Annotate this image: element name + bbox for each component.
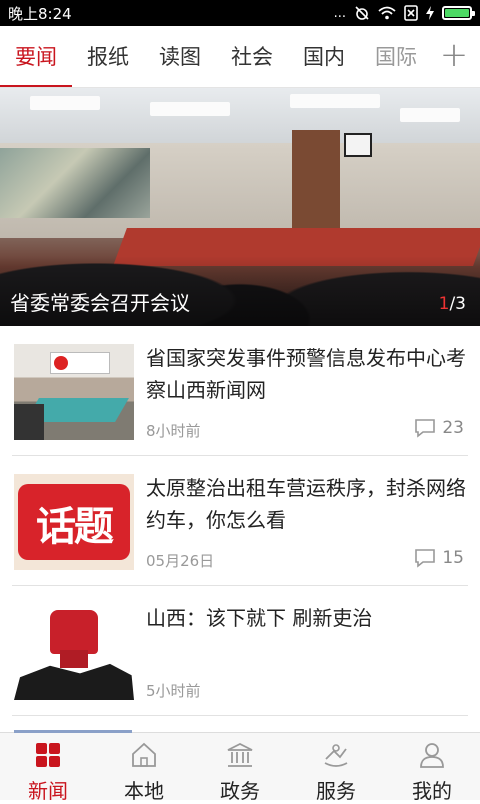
alarm-off-icon xyxy=(354,5,370,21)
nav-government[interactable]: 政务 xyxy=(192,733,288,800)
news-thumbnail: 话题 xyxy=(14,474,134,570)
channel-tabs: 要闻 报纸 读图 社会 国内 国际 + xyxy=(0,26,480,88)
home-icon xyxy=(130,741,158,769)
add-channel-button[interactable]: + xyxy=(428,26,480,88)
news-feed: 省国家突发事件预警信息发布中心考察山西新闻网 8小时前 23 话题 太原整治出租… xyxy=(0,326,480,716)
banner-caption[interactable]: 省委常委会召开会议 xyxy=(10,287,190,316)
nav-news[interactable]: 新闻 xyxy=(0,733,96,800)
banner-page-indicator: 1/3 xyxy=(439,294,466,314)
nav-local[interactable]: 本地 xyxy=(96,733,192,800)
tab-dutu[interactable]: 读图 xyxy=(144,26,216,88)
news-thumbnail xyxy=(14,344,134,440)
nav-service[interactable]: 服务 xyxy=(288,733,384,800)
no-sim-icon xyxy=(404,5,418,21)
comment-icon xyxy=(414,548,436,568)
comment-count[interactable]: 23 xyxy=(414,418,464,438)
nav-profile[interactable]: 我的 xyxy=(384,733,480,800)
tab-baozhi[interactable]: 报纸 xyxy=(72,26,144,88)
banner-photo xyxy=(0,88,480,148)
list-item[interactable]: 省国家突发事件预警信息发布中心考察山西新闻网 8小时前 23 xyxy=(12,326,468,456)
government-building-icon xyxy=(226,741,254,769)
news-time: 8小时前 xyxy=(146,420,201,441)
battery-level xyxy=(445,9,469,17)
news-thumbnail xyxy=(14,604,134,700)
news-title[interactable]: 太原整治出租车营运秩序，封杀网络约车，你怎么看 xyxy=(146,472,468,536)
tab-shehui[interactable]: 社会 xyxy=(216,26,288,88)
list-item[interactable]: 山西：该下就下 刷新吏治 5小时前 xyxy=(12,586,468,716)
tab-yaowen[interactable]: 要闻 xyxy=(0,26,72,88)
news-title[interactable]: 省国家突发事件预警信息发布中心考察山西新闻网 xyxy=(146,342,468,406)
comment-count[interactable]: 15 xyxy=(414,548,464,568)
comment-icon xyxy=(414,418,436,438)
tab-guoji[interactable]: 国际 xyxy=(360,26,432,88)
more-dots-icon: ... xyxy=(334,6,346,21)
status-icons: ... xyxy=(334,5,472,21)
news-time: 5小时前 xyxy=(146,680,201,701)
grid-icon xyxy=(34,741,62,769)
battery-icon xyxy=(442,6,472,20)
tab-guonei[interactable]: 国内 xyxy=(288,26,360,88)
bottom-nav: 新闻 本地 政务 服务 我的 xyxy=(0,732,480,800)
service-icon xyxy=(322,741,350,769)
list-item[interactable]: 话题 太原整治出租车营运秩序，封杀网络约车，你怎么看 05月26日 15 xyxy=(12,456,468,586)
news-title[interactable]: 山西：该下就下 刷新吏治 xyxy=(146,602,468,634)
charging-icon xyxy=(426,6,434,20)
wifi-icon xyxy=(378,6,396,20)
status-time: 晚上8:24 xyxy=(8,3,334,24)
headline-banner[interactable]: 省委常委会召开会议 1/3 xyxy=(0,88,480,326)
user-icon xyxy=(418,741,446,769)
status-bar: 晚上8:24 ... xyxy=(0,0,480,26)
news-time: 05月26日 xyxy=(146,550,214,571)
